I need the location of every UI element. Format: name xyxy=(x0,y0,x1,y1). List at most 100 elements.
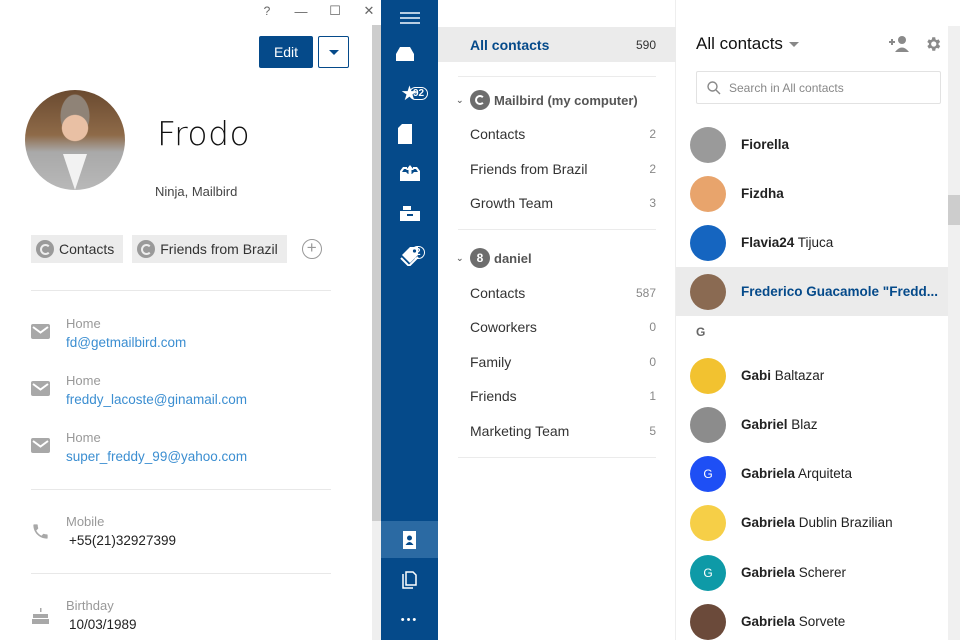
phone-value: +55(21)32927399 xyxy=(69,533,176,548)
nav-contacts[interactable] xyxy=(381,521,438,558)
documents-icon xyxy=(401,571,417,589)
contact-list-item[interactable]: Frederico Guacamole "Fredd... xyxy=(676,267,948,316)
contact-groups-panel: All contacts 590 ⌄ Mailbird (my computer… xyxy=(438,0,676,640)
divider xyxy=(31,290,331,291)
group-count: 587 xyxy=(635,286,656,300)
nav-archive[interactable] xyxy=(381,195,438,231)
account-header-daniel[interactable]: ⌄ 8 daniel xyxy=(456,247,532,269)
mailbird-icon xyxy=(470,90,490,110)
all-contacts-label: All contacts xyxy=(470,36,550,53)
contact-avatar: G xyxy=(690,554,726,591)
nav-starred[interactable]: ★ xyxy=(381,75,438,111)
contact-options-dropdown[interactable] xyxy=(318,36,349,68)
section-header-g: G xyxy=(696,325,706,339)
hamburger-icon xyxy=(399,9,420,27)
nav-inbox[interactable]: 92 xyxy=(381,36,438,100)
contact-name: Frodo xyxy=(157,114,251,153)
nav-sent[interactable] xyxy=(381,155,438,191)
scrollbar-thumb[interactable] xyxy=(948,195,960,225)
nav-more[interactable]: ••• xyxy=(381,602,438,638)
contact-avatar xyxy=(690,273,726,310)
inbox-icon xyxy=(395,47,414,61)
add-group-button[interactable]: + xyxy=(301,239,322,259)
contact-list-item[interactable]: G Gabriela Arquiteta xyxy=(676,449,948,498)
contact-list-item[interactable]: Fizdha xyxy=(676,169,948,218)
contact-name: Gabriela Sorvete xyxy=(741,614,846,629)
group-label: Coworkers xyxy=(470,319,537,335)
nav-drafts[interactable]: 2 xyxy=(381,116,438,259)
contact-list-item[interactable]: Gabriela Dublin Brazilian xyxy=(676,498,948,547)
group-chip-label: Friends from Brazil xyxy=(160,241,278,257)
group-item[interactable]: Family 0 xyxy=(470,350,656,374)
contact-list-title-dropdown[interactable]: All contacts xyxy=(696,34,799,54)
add-person-icon xyxy=(889,36,909,52)
email-icon xyxy=(31,324,50,343)
menu-button[interactable] xyxy=(381,0,438,36)
contact-list-scrollbar[interactable] xyxy=(948,26,960,640)
contact-search-box xyxy=(696,71,941,104)
group-count: 1 xyxy=(649,389,656,403)
contact-list-item[interactable]: Gabriela Sorvete xyxy=(676,597,948,640)
group-item[interactable]: Marketing Team 5 xyxy=(470,419,656,443)
divider xyxy=(31,489,331,490)
account-name: Mailbird (my computer) xyxy=(494,92,638,108)
phone-label: Mobile xyxy=(66,514,105,529)
email-link[interactable]: freddy_lacoste@ginamail.com xyxy=(66,392,247,407)
group-label: Family xyxy=(470,354,512,370)
group-item[interactable]: Coworkers 0 xyxy=(470,315,656,339)
contact-name: Gabi Baltazar xyxy=(741,368,825,383)
group-item[interactable]: Contacts 2 xyxy=(470,122,656,146)
contact-name: Gabriela Arquiteta xyxy=(741,466,853,481)
add-contact-button[interactable] xyxy=(888,35,910,53)
minimize-button[interactable]: — xyxy=(284,4,318,19)
contact-list-item[interactable]: Fiorella xyxy=(676,120,948,169)
scrollbar-thumb[interactable] xyxy=(372,25,381,521)
more-dots-icon: ••• xyxy=(400,614,419,626)
divider xyxy=(31,573,331,574)
group-item[interactable]: Friends 1 xyxy=(470,384,656,408)
email-link[interactable]: super_freddy_99@yahoo.com xyxy=(66,449,247,464)
account-header-mailbird[interactable]: ⌄ Mailbird (my computer) xyxy=(456,89,638,111)
contact-list-item[interactable]: Gabriel Blaz xyxy=(676,400,948,449)
contacts-book-icon xyxy=(402,530,416,549)
group-chip[interactable]: Friends from Brazil xyxy=(132,235,287,263)
contact-name: Gabriela Scherer xyxy=(741,565,847,580)
contact-name: Flavia24 Tijuca xyxy=(741,235,834,250)
contact-avatar xyxy=(690,357,726,394)
contact-detail-panel: ? — ☐ ✕ Edit Frodo Ninja, Mailbird Conta… xyxy=(0,0,381,640)
account-name: daniel xyxy=(494,250,532,266)
contact-list-item[interactable]: Gabi Baltazar xyxy=(676,351,948,400)
search-input[interactable] xyxy=(729,80,929,95)
nav-labels[interactable] xyxy=(381,238,438,274)
group-item[interactable]: Friends from Brazil 2 xyxy=(470,157,656,181)
mailbird-icon xyxy=(36,240,54,258)
list-title: All contacts xyxy=(696,34,783,53)
contact-name: Frederico Guacamole "Fredd... xyxy=(741,284,938,299)
group-chip[interactable]: Contacts xyxy=(31,235,124,263)
maximize-button[interactable]: ☐ xyxy=(318,3,352,19)
edit-contact-button[interactable]: Edit xyxy=(259,36,313,68)
email-label: Home xyxy=(66,430,101,445)
group-item[interactable]: Growth Team 3 xyxy=(470,191,656,215)
contact-avatar xyxy=(25,90,125,190)
contact-name: Fiorella xyxy=(741,137,790,152)
all-contacts-item[interactable]: All contacts 590 xyxy=(438,27,676,62)
group-label: Contacts xyxy=(470,126,526,142)
settings-button[interactable] xyxy=(924,35,942,53)
contact-list-item[interactable]: Flavia24 Tijuca xyxy=(676,218,948,267)
gear-icon xyxy=(927,37,941,51)
google-icon: 8 xyxy=(470,248,490,268)
detail-scrollbar[interactable] xyxy=(372,25,381,640)
nav-documents[interactable] xyxy=(381,562,438,598)
group-count: 0 xyxy=(649,320,656,334)
archive-icon xyxy=(399,206,420,221)
help-button[interactable]: ? xyxy=(250,4,284,18)
email-link[interactable]: fd@getmailbird.com xyxy=(66,335,186,350)
contact-list-item[interactable]: G Gabriela Scherer xyxy=(676,548,948,597)
window-controls: ? — ☐ ✕ xyxy=(250,0,386,22)
group-label: Contacts xyxy=(470,285,526,301)
birthday-value: 10/03/1989 xyxy=(69,617,137,632)
contact-avatar xyxy=(690,126,726,163)
contact-name: Gabriel Blaz xyxy=(741,417,818,432)
group-item[interactable]: Contacts 587 xyxy=(470,281,656,305)
